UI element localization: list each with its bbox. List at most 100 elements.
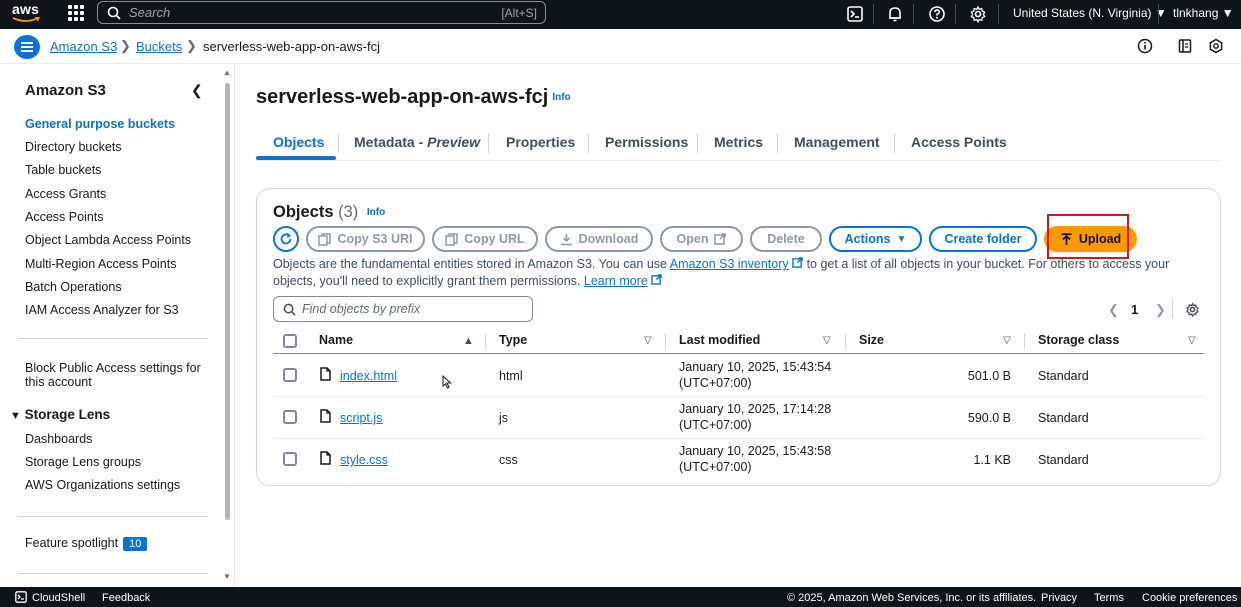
object-name-link[interactable]: style.css: [340, 452, 388, 468]
tab-metrics[interactable]: Metrics: [714, 134, 763, 150]
breadcrumb-current-bucket: serverless-web-app-on-aws-fcj: [203, 39, 380, 54]
objects-info-link[interactable]: Info: [367, 207, 385, 218]
caret-down-icon: ▼: [10, 410, 21, 422]
block-public-access-line2: this account: [25, 375, 92, 389]
sidebar-item-feature-spotlight[interactable]: Feature spotlight 10: [25, 536, 148, 551]
region-selector[interactable]: United States (N. Virginia) ▼: [1013, 6, 1167, 20]
find-objects-input[interactable]: Find objects by prefix: [273, 296, 533, 322]
sidebar-item-access-grants[interactable]: Access Grants: [25, 187, 106, 201]
sidebar-item-access-points[interactable]: Access Points: [25, 210, 104, 224]
tab-objects[interactable]: Objects: [273, 134, 324, 150]
open-button[interactable]: Open: [660, 226, 743, 252]
copyright-text: © 2025, Amazon Web Services, Inc. or its…: [787, 592, 1037, 604]
privacy-link[interactable]: Privacy: [1041, 592, 1077, 604]
sidebar-item-multi-region-access-points[interactable]: Multi-Region Access Points: [25, 257, 176, 271]
sort-ascending-icon[interactable]: ▲: [463, 335, 474, 347]
row-checkbox[interactable]: [283, 368, 297, 382]
modified-timezone: (UTC+07:00): [679, 418, 752, 432]
column-header-size[interactable]: Size: [859, 333, 884, 347]
object-size: 501.0 B: [967, 369, 1011, 383]
learn-more-link[interactable]: Learn more: [584, 274, 648, 288]
breadcrumb-amazon-s3[interactable]: Amazon S3: [50, 39, 117, 54]
copy-icon: [445, 232, 459, 246]
search-input[interactable]: Search [Alt+S]: [97, 1, 546, 24]
scroll-up-icon[interactable]: ▲: [223, 68, 231, 77]
s3-inventory-link[interactable]: Amazon S3 inventory: [670, 257, 789, 271]
info-link[interactable]: Info: [552, 92, 570, 103]
cloudshell-link[interactable]: CloudShell: [32, 592, 85, 604]
settings-gear-icon[interactable]: [969, 5, 987, 23]
row-checkbox[interactable]: [283, 452, 297, 466]
column-header-last-modified[interactable]: Last modified: [679, 333, 760, 347]
hexagon-settings-icon[interactable]: [1208, 38, 1224, 54]
refresh-button[interactable]: [273, 226, 299, 252]
tab-access-points[interactable]: Access Points: [911, 134, 1007, 150]
download-label: Download: [578, 232, 639, 246]
document-panel-icon[interactable]: [1177, 38, 1193, 54]
next-page-icon[interactable]: ❯: [1155, 302, 1166, 318]
previous-page-icon[interactable]: ❮: [1108, 302, 1119, 318]
collapse-sidebar-icon[interactable]: ❮: [191, 82, 203, 99]
cookie-preferences-link[interactable]: Cookie preferences: [1142, 592, 1237, 604]
column-header-name[interactable]: Name: [319, 333, 353, 347]
tab-permissions[interactable]: Permissions: [605, 134, 688, 150]
refresh-icon: [280, 232, 292, 245]
copy-url-button[interactable]: Copy URL: [432, 226, 538, 252]
sidebar-item-general-purpose-buckets[interactable]: General purpose buckets: [25, 117, 175, 131]
sidebar-item-storage-lens-groups[interactable]: Storage Lens groups: [25, 455, 141, 469]
table-header-divider: [273, 353, 1204, 354]
sidebar-item-block-public-access[interactable]: Block Public Access settings for this acc…: [25, 361, 201, 389]
search-shortcut: [Alt+S]: [501, 5, 537, 20]
sidebar-item-dashboards[interactable]: Dashboards: [25, 432, 92, 446]
table-preferences-gear-icon[interactable]: [1185, 302, 1200, 317]
create-folder-button[interactable]: Create folder: [929, 226, 1037, 252]
sidebar-item-object-lambda-access-points[interactable]: Object Lambda Access Points: [25, 233, 191, 247]
column-header-storage-class[interactable]: Storage class: [1038, 333, 1119, 347]
help-icon[interactable]: [928, 5, 946, 23]
delete-button[interactable]: Delete: [750, 226, 822, 252]
download-button[interactable]: Download: [545, 226, 653, 252]
sort-caret-icon[interactable]: ▽: [1003, 335, 1011, 346]
object-type: html: [499, 369, 523, 383]
sort-caret-icon[interactable]: ▽: [1188, 335, 1196, 346]
terms-link[interactable]: Terms: [1094, 592, 1124, 604]
sidebar-title: Amazon S3: [25, 82, 106, 99]
sidebar-item-directory-buckets[interactable]: Directory buckets: [25, 140, 122, 154]
objects-count: (3): [338, 203, 359, 221]
info-circle-icon[interactable]: [1137, 38, 1153, 54]
object-name-link[interactable]: script.js: [340, 410, 382, 426]
actions-dropdown-button[interactable]: Actions ▼: [829, 226, 922, 252]
file-icon: [320, 367, 331, 381]
column-header-type[interactable]: Type: [499, 333, 527, 347]
sidebar-divider: [18, 516, 208, 517]
sort-caret-icon[interactable]: ▽: [644, 335, 652, 346]
cloudshell-icon[interactable]: [846, 5, 864, 23]
tab-management[interactable]: Management: [794, 134, 880, 150]
account-menu[interactable]: tlnkhang ▼: [1173, 6, 1234, 20]
breadcrumb-buckets[interactable]: Buckets: [136, 39, 182, 54]
scroll-down-icon[interactable]: ▼: [223, 572, 231, 581]
sidebar-item-iam-access-analyzer[interactable]: IAM Access Analyzer for S3: [25, 303, 179, 317]
sidebar-scrollbar[interactable]: [225, 83, 230, 520]
aws-logo[interactable]: aws: [12, 2, 46, 26]
feedback-link[interactable]: Feedback: [102, 592, 150, 604]
select-all-checkbox[interactable]: [283, 334, 297, 348]
storage-lens-section[interactable]: ▼ Storage Lens: [10, 407, 110, 422]
sidebar-item-aws-organizations-settings[interactable]: AWS Organizations settings: [25, 478, 180, 492]
menu-toggle-button[interactable]: [14, 35, 40, 59]
object-name-link[interactable]: index.html: [340, 368, 397, 384]
sidebar-item-batch-operations[interactable]: Batch Operations: [25, 280, 122, 294]
tab-metadata[interactable]: Metadata - Preview: [354, 134, 480, 150]
current-page-number[interactable]: 1: [1131, 302, 1138, 317]
notifications-bell-icon[interactable]: [886, 5, 904, 23]
sidebar-item-table-buckets[interactable]: Table buckets: [25, 163, 101, 177]
row-checkbox[interactable]: [283, 410, 297, 424]
services-grid-icon[interactable]: [68, 5, 84, 21]
search-icon: [283, 303, 296, 316]
file-icon: [320, 409, 331, 423]
sort-caret-icon[interactable]: ▽: [823, 335, 831, 346]
copy-s3-uri-button[interactable]: Copy S3 URI: [306, 226, 425, 252]
row-divider: [273, 396, 1204, 397]
object-last-modified: January 10, 2025, 17:14:28 (UTC+07:00): [679, 401, 831, 433]
tab-properties[interactable]: Properties: [506, 134, 575, 150]
